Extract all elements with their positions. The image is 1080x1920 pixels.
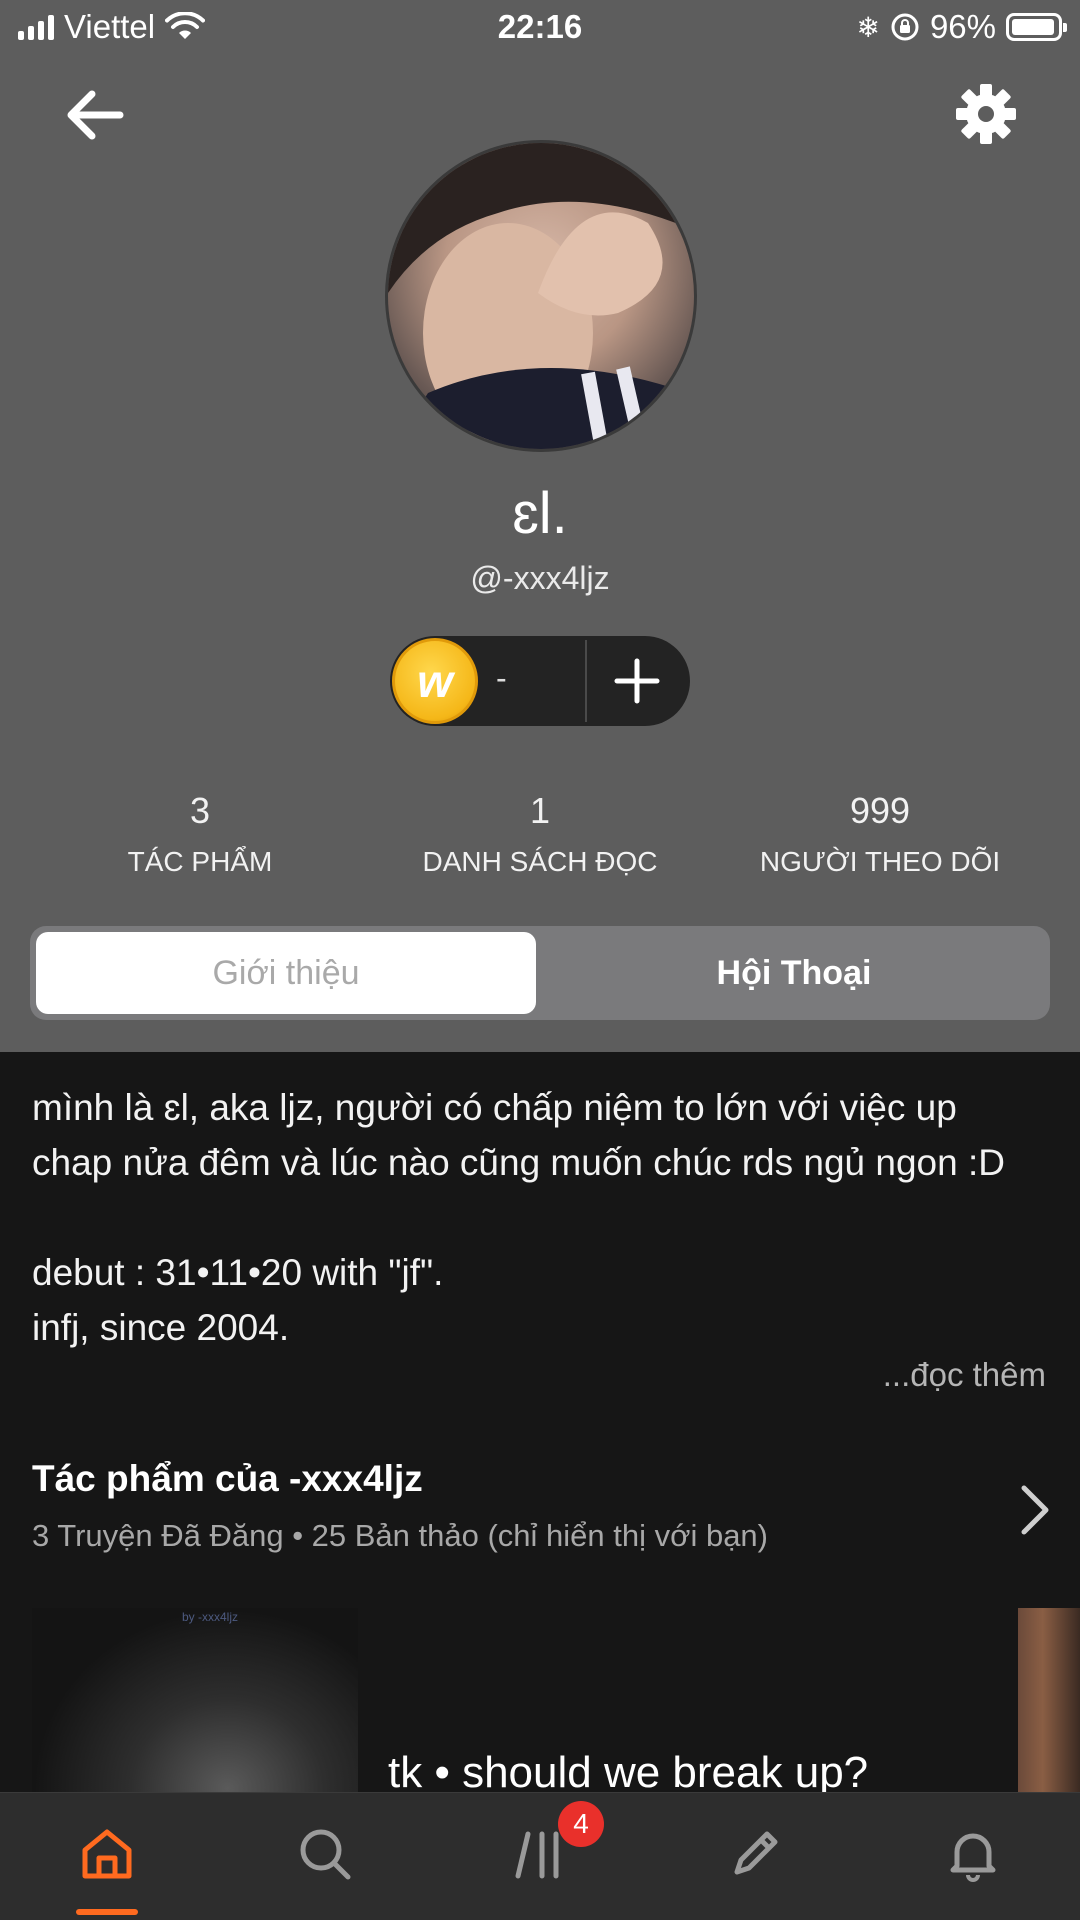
back-arrow-icon <box>67 90 124 140</box>
bottom-nav: 4 <box>0 1792 1080 1920</box>
settings-button[interactable] <box>950 78 1022 150</box>
coin-balance-pill: w - <box>390 636 690 726</box>
chevron-right-icon <box>1021 1485 1049 1535</box>
avatar[interactable] <box>385 140 697 452</box>
nav-active-indicator <box>76 1909 138 1915</box>
search-icon <box>300 1829 351 1880</box>
about-description: mình là ɛl, aka ljz, người có chấp niệm … <box>32 1087 1005 1348</box>
rotation-lock-icon <box>891 13 919 41</box>
status-bar: Viettel 22:16 ❄ 96% <box>0 0 1080 56</box>
home-icon <box>82 1829 132 1879</box>
avatar-photo <box>388 143 694 449</box>
back-button[interactable] <box>60 80 130 150</box>
username: @-xxx4ljz <box>470 560 610 596</box>
stat-works[interactable]: 3 TÁC PHẨM <box>30 790 370 878</box>
stat-value: 1 <box>529 790 551 831</box>
cover-watermark: by -xxx4ljz <box>182 1610 239 1624</box>
works-see-all-button[interactable] <box>1010 1480 1060 1540</box>
display-name: ɛl. <box>512 481 568 546</box>
profile-tabs: Giới thiệu Hội Thoại <box>30 926 1050 1020</box>
tab-about[interactable]: Giới thiệu <box>36 932 536 1014</box>
works-section-title[interactable]: Tác phẩm của -xxx4ljz <box>32 1458 423 1500</box>
battery-icon <box>1006 13 1067 41</box>
stat-label: NGƯỜI THEO DÕI <box>759 846 1001 877</box>
story-cover-next[interactable] <box>1018 1608 1080 1798</box>
tab-conversations[interactable]: Hội Thoại <box>544 932 1044 1014</box>
stat-reading-lists[interactable]: 1 DANH SÁCH ĐỌC <box>370 790 710 878</box>
stat-label: DANH SÁCH ĐỌC <box>422 846 658 877</box>
profile-header: Viettel 22:16 ❄ 96% ɛl. @-xxx4ljz w - 3 … <box>0 0 1080 1052</box>
read-more-link[interactable]: ...đọc thêm <box>883 1356 1046 1394</box>
coin-icon: w <box>392 638 478 724</box>
nav-search[interactable] <box>280 1809 370 1899</box>
status-right: ❄ 96% <box>856 8 1067 46</box>
nav-write[interactable] <box>710 1809 800 1899</box>
nav-notifications[interactable] <box>928 1809 1018 1899</box>
works-section-subtitle: 3 Truyện Đã Đăng • 25 Bản thảo (chỉ hiển… <box>32 1518 768 1553</box>
plus-icon <box>614 658 660 704</box>
coin-count: - <box>496 660 507 696</box>
snowflake-icon: ❄ <box>856 11 880 43</box>
nav-home[interactable] <box>62 1809 152 1899</box>
gear-icon <box>956 84 1016 144</box>
bell-icon <box>950 1833 996 1882</box>
stat-followers[interactable]: 999 NGƯỜI THEO DÕI <box>710 790 1050 878</box>
battery-percent: 96% <box>929 8 996 45</box>
divider <box>585 640 587 722</box>
stat-label: TÁC PHẨM <box>127 846 273 877</box>
stat-value: 3 <box>189 790 211 831</box>
stat-value: 999 <box>849 790 911 831</box>
library-badge: 4 <box>558 1801 604 1847</box>
story-cover[interactable]: by -xxx4ljz <box>32 1608 358 1798</box>
pencil-icon <box>734 1831 778 1875</box>
story-title[interactable]: tk • should we break up? <box>388 1748 868 1798</box>
add-coins-button[interactable] <box>600 644 674 718</box>
